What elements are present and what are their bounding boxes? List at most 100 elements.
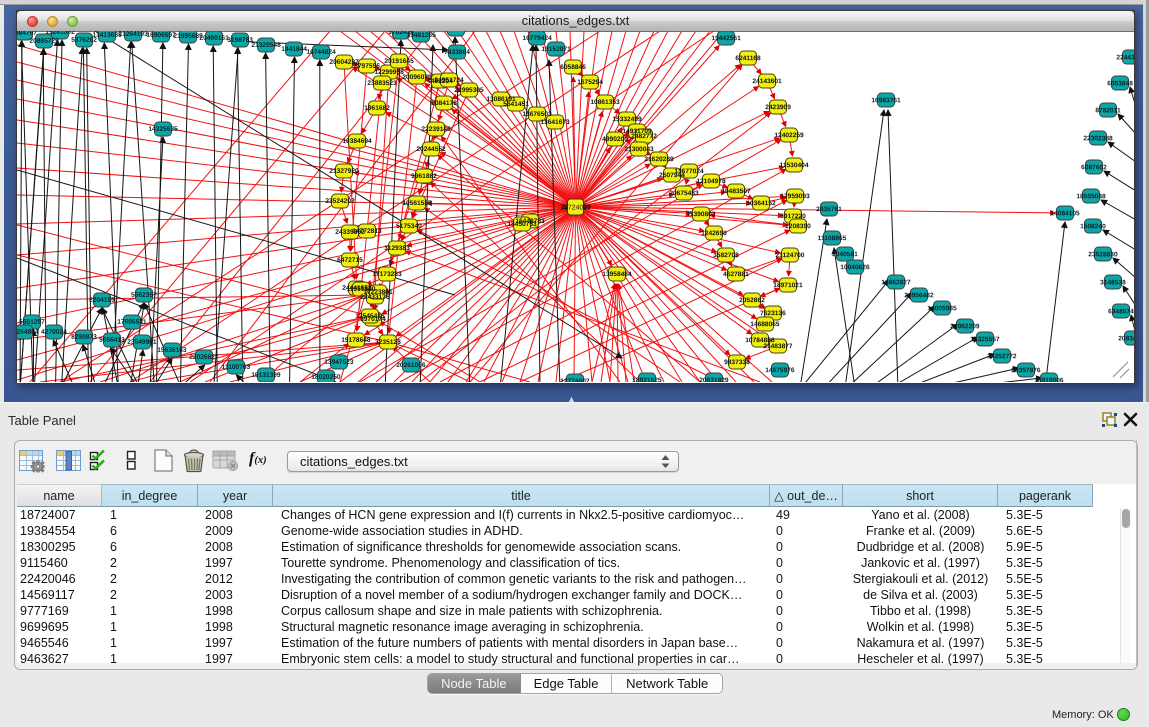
svg-text:21620289: 21620289 xyxy=(644,156,674,163)
svg-text:6087602: 6087602 xyxy=(1081,164,1107,171)
svg-text:18921525: 18921525 xyxy=(632,377,662,382)
svg-text:20357876: 20357876 xyxy=(1011,367,1041,374)
svg-text:13676503: 13676503 xyxy=(522,111,552,118)
svg-text:8862842: 8862842 xyxy=(443,31,469,33)
svg-text:2204155: 2204155 xyxy=(89,297,115,304)
svg-text:19442561: 19442561 xyxy=(711,35,741,42)
svg-text:2052862: 2052862 xyxy=(739,297,765,304)
svg-text:18724007: 18724007 xyxy=(560,204,591,211)
svg-text:24962209: 24962209 xyxy=(950,323,980,330)
svg-text:13958484: 13958484 xyxy=(602,271,632,278)
svg-text:18020250: 18020250 xyxy=(311,374,341,381)
svg-text:14772813: 14772813 xyxy=(352,228,382,235)
svg-text:11530404: 11530404 xyxy=(780,162,809,169)
svg-text:20490161: 20490161 xyxy=(199,35,229,42)
svg-text:12402259: 12402259 xyxy=(774,132,804,139)
svg-text:22302388: 22302388 xyxy=(1083,135,1113,142)
svg-text:14675976: 14675976 xyxy=(765,367,795,374)
svg-text:19178648: 19178648 xyxy=(341,337,371,344)
svg-text:10040626: 10040626 xyxy=(840,264,870,271)
svg-text:18555048: 18555048 xyxy=(1076,193,1106,200)
svg-text:3198783: 3198783 xyxy=(227,37,253,44)
svg-text:12545415: 12545415 xyxy=(355,313,385,320)
svg-text:21327920: 21327920 xyxy=(329,168,359,175)
svg-text:19481265: 19481265 xyxy=(406,32,436,39)
svg-text:23883523: 23883523 xyxy=(367,80,397,87)
svg-text:1508240: 1508240 xyxy=(1080,223,1106,230)
svg-text:15635163: 15635163 xyxy=(157,347,187,354)
svg-text:24143601: 24143601 xyxy=(752,78,782,85)
svg-text:3129383: 3129383 xyxy=(384,245,410,252)
svg-text:2423909: 2423909 xyxy=(765,104,791,111)
svg-text:14325625: 14325625 xyxy=(148,126,178,133)
svg-text:6348574: 6348574 xyxy=(1108,308,1134,315)
svg-text:14084105: 14084105 xyxy=(1050,210,1080,217)
svg-text:2040581: 2040581 xyxy=(832,251,858,258)
svg-text:6472715: 6472715 xyxy=(337,257,363,264)
svg-text:6241168: 6241168 xyxy=(735,55,761,62)
svg-text:2208390: 2208390 xyxy=(785,223,811,230)
svg-text:21300043: 21300043 xyxy=(624,146,654,153)
svg-text:12299958: 12299958 xyxy=(374,69,404,76)
svg-text:21483877: 21483877 xyxy=(763,343,793,350)
svg-text:23524202: 23524202 xyxy=(325,198,355,205)
svg-text:24951724: 24951724 xyxy=(434,77,464,84)
svg-text:20885729: 20885729 xyxy=(29,38,59,45)
svg-text:16779424: 16779424 xyxy=(522,35,552,42)
svg-text:2482772: 2482772 xyxy=(631,133,657,140)
svg-text:4990200: 4990200 xyxy=(602,136,628,143)
svg-text:10364152: 10364152 xyxy=(746,200,776,207)
svg-text:9837338: 9837338 xyxy=(724,359,750,366)
svg-text:1675294: 1675294 xyxy=(577,79,603,86)
svg-text:5641451: 5641451 xyxy=(503,101,529,108)
svg-text:15131399: 15131399 xyxy=(251,372,281,379)
svg-text:15919006: 15919006 xyxy=(1034,377,1064,382)
svg-text:3235128: 3235128 xyxy=(375,339,401,346)
svg-text:21264193: 21264193 xyxy=(118,31,148,38)
svg-text:1242690: 1242690 xyxy=(701,230,727,237)
svg-text:18450753: 18450753 xyxy=(507,221,537,228)
svg-text:17605531: 17605531 xyxy=(117,319,147,326)
svg-text:14005985: 14005985 xyxy=(927,305,957,312)
svg-text:11390802: 11390802 xyxy=(686,211,715,218)
svg-text:4270024: 4270024 xyxy=(41,329,67,336)
svg-text:20261006: 20261006 xyxy=(396,362,426,369)
svg-text:10384694: 10384694 xyxy=(342,138,372,145)
svg-text:7623136: 7623136 xyxy=(760,310,786,317)
svg-text:5562357: 5562357 xyxy=(131,292,157,299)
svg-text:13641673: 13641673 xyxy=(540,119,570,126)
svg-text:21124700: 21124700 xyxy=(775,252,804,259)
svg-text:20834010: 20834010 xyxy=(1118,335,1134,342)
svg-text:14688065: 14688065 xyxy=(750,321,780,328)
svg-text:18971021: 18971021 xyxy=(773,282,803,289)
svg-text:16744824: 16744824 xyxy=(306,49,336,56)
svg-text:19483507: 19483507 xyxy=(721,188,751,195)
svg-text:17223861: 17223861 xyxy=(363,289,393,296)
svg-text:21320548: 21320548 xyxy=(251,42,281,49)
svg-text:13264804: 13264804 xyxy=(17,329,39,336)
svg-text:13947523: 13947523 xyxy=(324,359,354,366)
svg-text:16983761: 16983761 xyxy=(871,97,901,104)
svg-text:8084178: 8084178 xyxy=(431,100,457,107)
svg-text:16862827: 16862827 xyxy=(881,279,911,286)
svg-text:10861353: 10861353 xyxy=(590,99,620,106)
svg-text:22026827: 22026827 xyxy=(189,354,219,361)
svg-text:6058846: 6058846 xyxy=(560,64,586,71)
svg-text:10561585: 10561585 xyxy=(402,200,432,207)
svg-text:9656413: 9656413 xyxy=(99,337,125,344)
svg-text:3148538: 3148538 xyxy=(1100,279,1126,286)
svg-text:11100763: 11100763 xyxy=(222,364,251,371)
svg-text:19261302: 19261302 xyxy=(45,31,75,36)
svg-text:20631829: 20631829 xyxy=(699,377,729,382)
svg-text:16906597: 16906597 xyxy=(146,32,176,39)
svg-text:17959093: 17959093 xyxy=(780,193,810,200)
svg-text:23528830: 23528830 xyxy=(1088,251,1118,258)
svg-text:20244552: 20244552 xyxy=(416,146,446,153)
svg-text:13677024: 13677024 xyxy=(674,168,704,175)
svg-text:19152071: 19152071 xyxy=(541,46,571,53)
svg-text:9961882: 9961882 xyxy=(411,173,437,180)
svg-text:4627881: 4627881 xyxy=(723,271,749,278)
svg-text:23549961: 23549961 xyxy=(127,339,157,346)
svg-text:5175340: 5175340 xyxy=(396,223,422,230)
svg-text:8782011: 8782011 xyxy=(1095,107,1121,114)
